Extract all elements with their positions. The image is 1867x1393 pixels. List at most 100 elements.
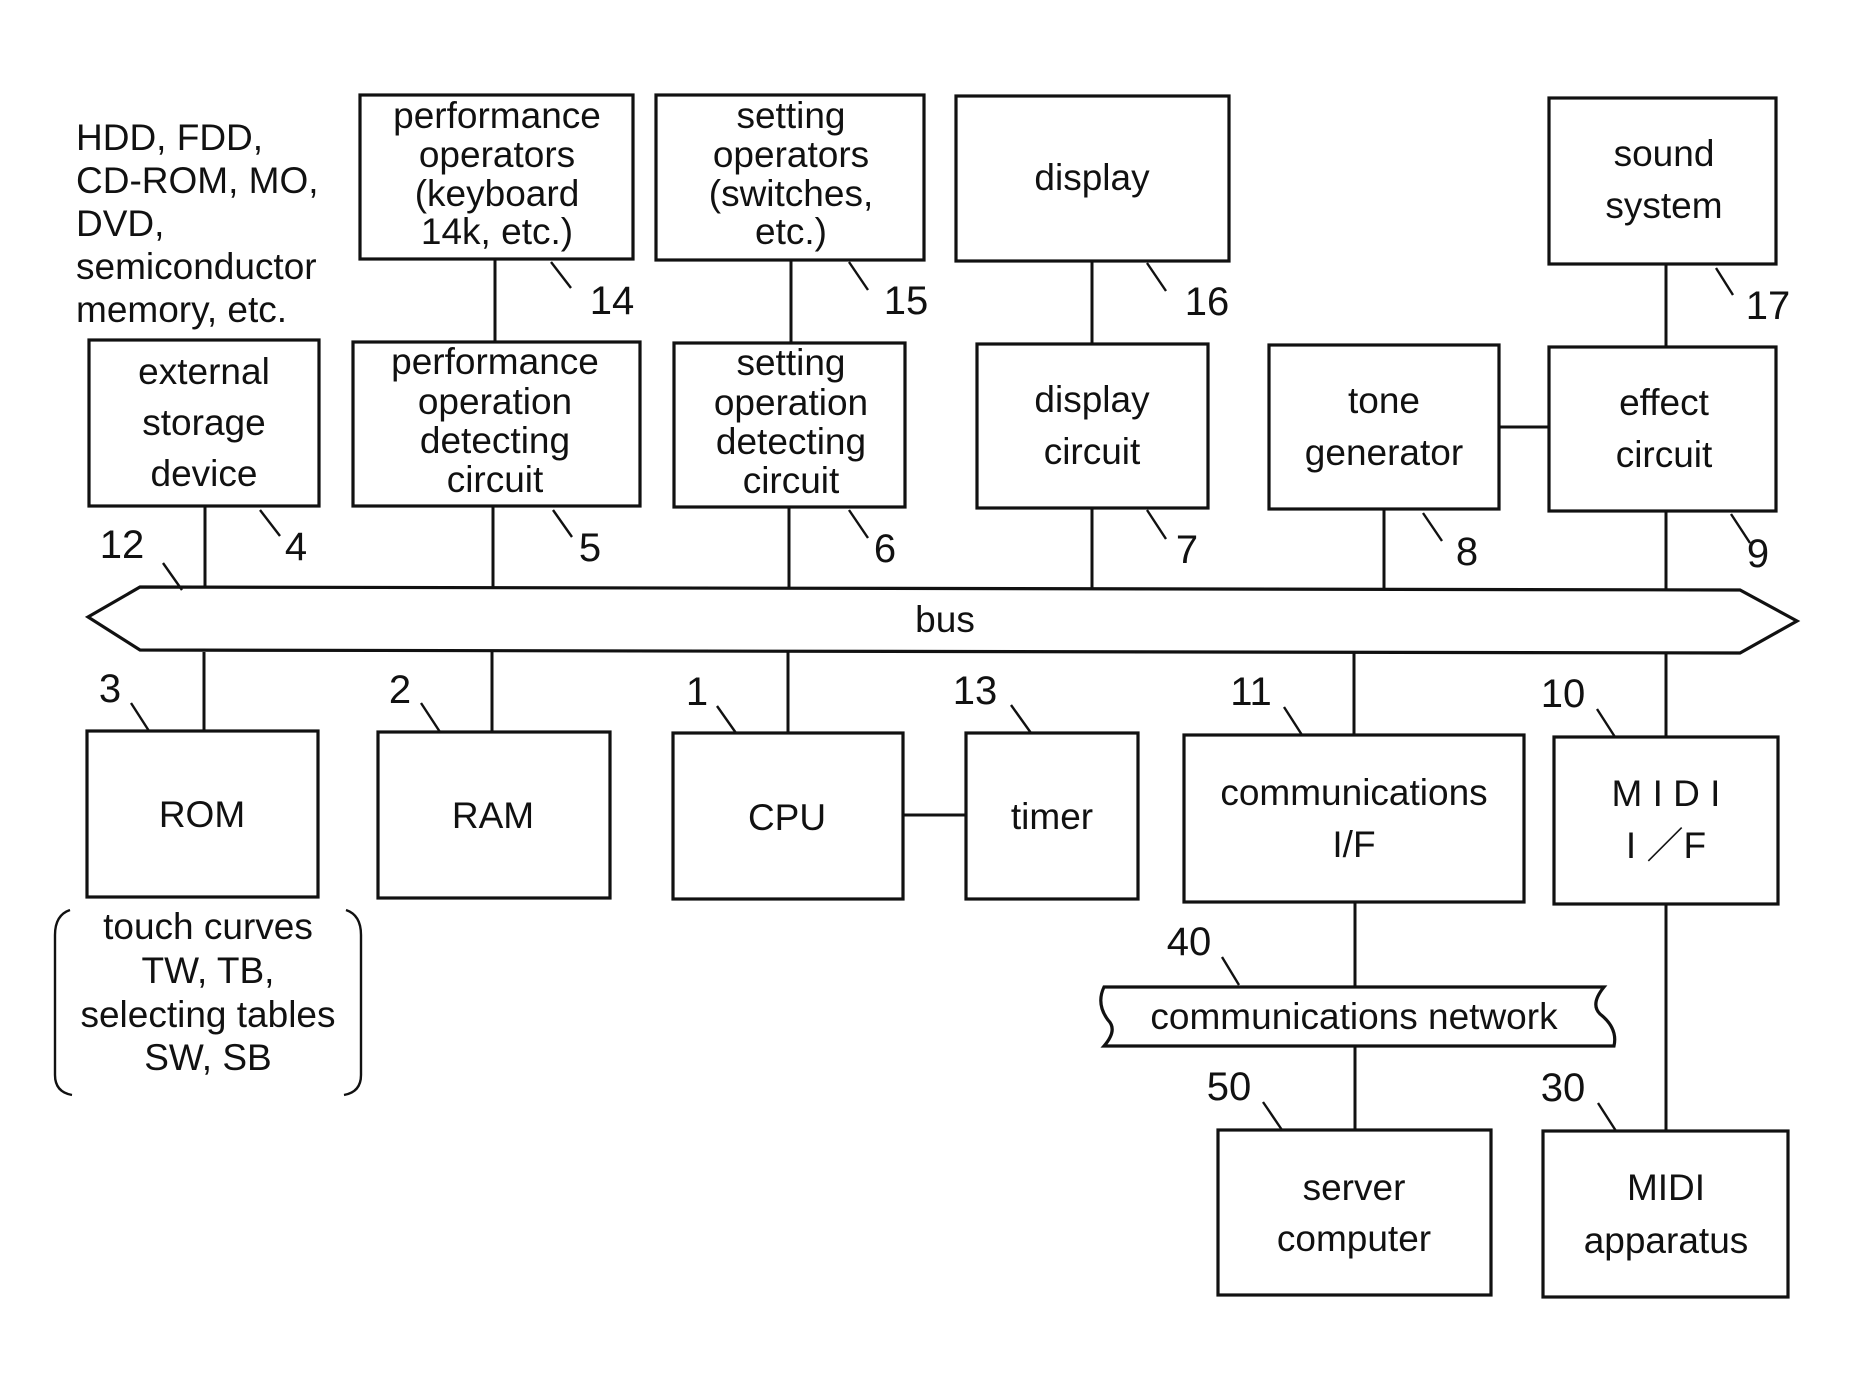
ref-17: 17 xyxy=(1746,284,1791,328)
setting-detect-label: setting xyxy=(736,342,845,383)
storage-media-line: HDD, FDD, xyxy=(76,117,263,158)
leader-40 xyxy=(1220,956,1241,986)
sound-system-label: sound xyxy=(1614,133,1715,174)
ref-50: 50 xyxy=(1207,1065,1252,1109)
rom-label: ROM xyxy=(159,794,245,835)
ram-label: RAM xyxy=(452,795,534,836)
perf-operators-label: (keyboard xyxy=(415,173,580,214)
leader-13 xyxy=(1010,704,1032,734)
midi-if-label: M I D I xyxy=(1612,773,1721,814)
effect-circuit-box xyxy=(1547,345,1778,513)
midi-if-box xyxy=(1552,735,1780,906)
midi-apparatus-label: apparatus xyxy=(1584,1220,1749,1261)
ref-40: 40 xyxy=(1167,920,1212,964)
leader-8 xyxy=(1422,512,1443,542)
setting-operators-label: (switches, xyxy=(709,173,873,214)
display-circuit-box xyxy=(975,342,1210,510)
storage-media-line: memory, etc. xyxy=(76,289,287,330)
leader-7 xyxy=(1145,509,1168,540)
ref-16: 16 xyxy=(1185,280,1230,324)
leader-4 xyxy=(259,509,281,537)
storage-media-line: semiconductor xyxy=(76,246,317,287)
leader-10 xyxy=(1595,708,1617,738)
storage-media-note: HDD, FDD, CD-ROM, MO, DVD, semiconductor… xyxy=(76,117,319,330)
sound-system-label: system xyxy=(1605,185,1722,226)
rom-note-line: selecting tables xyxy=(80,994,335,1035)
tone-generator-label: tone xyxy=(1348,380,1420,421)
ref-9: 9 xyxy=(1747,532,1769,576)
leader-30 xyxy=(1596,1102,1618,1132)
perf-detect-label: operation xyxy=(418,381,572,422)
perf-detect-label: performance xyxy=(391,341,599,382)
leader-3 xyxy=(129,702,151,732)
block-diagram: bus HDD, FDD, CD-ROM, MO, DVD, semicondu… xyxy=(53,93,1801,1299)
ref-12: 12 xyxy=(100,523,145,567)
ref-8: 8 xyxy=(1456,530,1478,574)
perf-detect-label: detecting xyxy=(420,420,570,461)
setting-detect-label: circuit xyxy=(743,460,840,501)
cpu-label: CPU xyxy=(748,797,826,838)
leader-16 xyxy=(1146,262,1167,292)
leader-14 xyxy=(550,261,572,289)
ext-storage-label: storage xyxy=(142,402,265,443)
ref-13: 13 xyxy=(953,669,998,713)
display-circuit-label: display xyxy=(1034,379,1150,420)
ref-11: 11 xyxy=(1230,670,1272,714)
setting-detect-label: detecting xyxy=(716,421,866,462)
block-labels: performance operators (keyboard 14k, etc… xyxy=(138,95,1748,1261)
midi-apparatus-label: MIDI xyxy=(1627,1167,1705,1208)
setting-detect-label: operation xyxy=(714,382,868,423)
storage-media-line: DVD, xyxy=(76,203,164,244)
midi-if-label: I ／F xyxy=(1626,825,1706,866)
comm-if-box xyxy=(1182,733,1526,904)
ref-30: 30 xyxy=(1541,1066,1586,1110)
display-circuit-label: circuit xyxy=(1044,431,1141,472)
leader-5 xyxy=(552,509,573,538)
storage-media-line: CD-ROM, MO, xyxy=(76,160,319,201)
leader-2 xyxy=(419,702,442,733)
ref-10: 10 xyxy=(1541,672,1586,716)
tone-generator-label: generator xyxy=(1305,432,1463,473)
ref-14: 14 xyxy=(590,279,635,323)
perf-operators-label: 14k, etc.) xyxy=(421,211,573,252)
server-computer-box xyxy=(1216,1128,1493,1297)
comm-if-label: communications xyxy=(1220,772,1487,813)
leader-15 xyxy=(848,261,869,291)
display-label: display xyxy=(1034,157,1150,198)
ref-6: 6 xyxy=(874,527,896,571)
leader-6 xyxy=(848,509,869,539)
setting-operators-label: setting xyxy=(736,95,845,136)
rom-note-right-bracket xyxy=(343,908,363,1097)
bus-label: bus xyxy=(915,599,975,640)
rom-note-line: SW, SB xyxy=(144,1037,271,1078)
rom-contents-note: touch curves TW, TB, selecting tables SW… xyxy=(80,906,335,1078)
ext-storage-label: device xyxy=(151,453,258,494)
ref-7: 7 xyxy=(1176,528,1198,572)
comm-if-label: I/F xyxy=(1332,824,1375,865)
leader-50 xyxy=(1262,1101,1283,1131)
setting-operators-label: etc.) xyxy=(755,211,827,252)
comm-network-label: communications network xyxy=(1150,996,1558,1037)
rom-note-left-bracket xyxy=(53,908,73,1097)
server-computer-label: computer xyxy=(1277,1218,1431,1259)
perf-operators-label: operators xyxy=(419,134,575,175)
perf-detect-label: circuit xyxy=(447,459,544,500)
leader-11 xyxy=(1282,706,1304,736)
perf-operators-label: performance xyxy=(393,95,601,136)
midi-apparatus-box xyxy=(1541,1129,1790,1299)
leader-1 xyxy=(716,705,737,734)
timer-label: timer xyxy=(1011,796,1093,837)
tone-generator-box xyxy=(1267,343,1501,511)
setting-operators-label: operators xyxy=(713,134,869,175)
ext-storage-label: external xyxy=(138,351,270,392)
ref-4: 4 xyxy=(285,525,307,569)
ref-3: 3 xyxy=(99,667,121,711)
ref-15: 15 xyxy=(884,279,929,323)
rom-note-line: TW, TB, xyxy=(142,950,275,991)
ref-1: 1 xyxy=(686,670,708,714)
rom-note-line: touch curves xyxy=(103,906,313,947)
effect-circuit-label: circuit xyxy=(1616,434,1713,475)
sound-system-box xyxy=(1547,96,1778,266)
effect-circuit-label: effect xyxy=(1619,382,1710,423)
ref-5: 5 xyxy=(579,526,601,570)
